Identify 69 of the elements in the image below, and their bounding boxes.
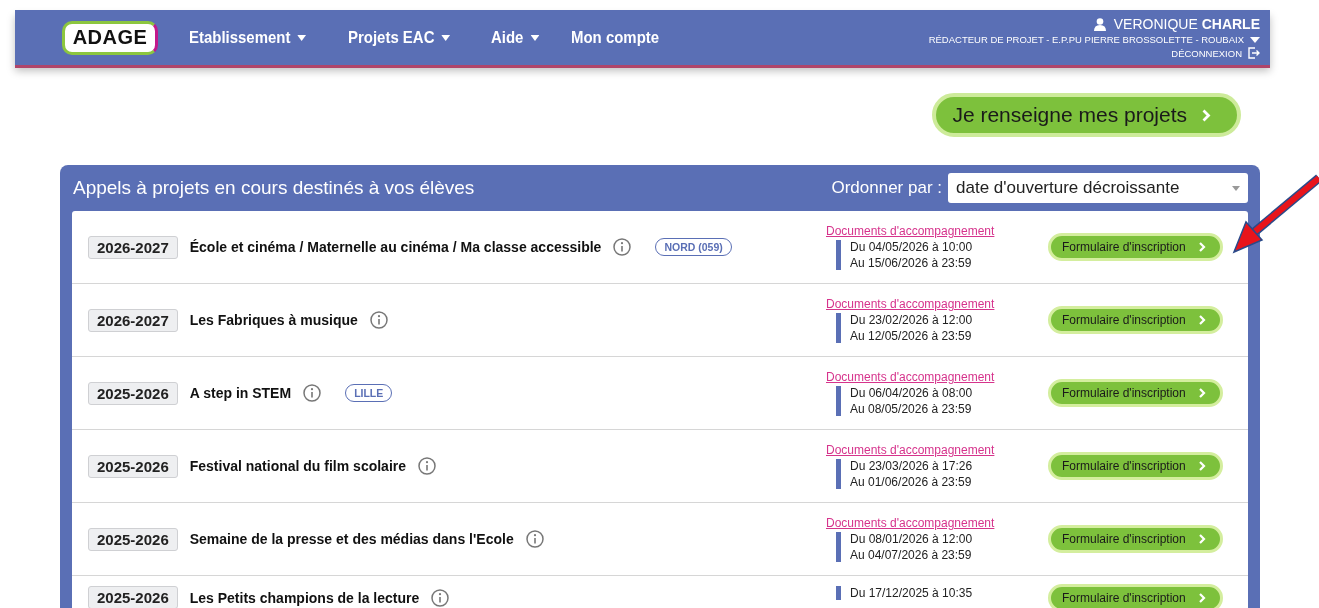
date-text: Au 15/06/2026 à 23:59 xyxy=(850,256,973,270)
project-title: Les Petits champions de la lecture xyxy=(189,589,420,606)
registration-button[interactable]: Formulaire d'inscription xyxy=(1048,233,1223,261)
info-icon[interactable] xyxy=(418,457,437,475)
chevron-icon xyxy=(1201,108,1211,122)
year-badge: 2025-2026 xyxy=(88,586,178,608)
registration-button[interactable]: Formulaire d'inscription xyxy=(1048,306,1223,334)
date-bar xyxy=(836,386,841,416)
nav-menu[interactable]: Mon compte xyxy=(571,27,660,48)
caret-icon xyxy=(1232,185,1240,191)
date-text: Du 06/04/2026 à 08:00 xyxy=(850,386,973,400)
logo[interactable]: ADAGE xyxy=(62,20,158,55)
documents-link[interactable]: Documents d'accompagnement xyxy=(826,516,1048,530)
year-badge: 2025-2026 xyxy=(88,527,178,551)
year-badge: 2026-2027 xyxy=(88,235,178,259)
chevron-icon xyxy=(1197,461,1206,471)
caret-icon xyxy=(1250,36,1260,43)
chevron-icon xyxy=(1197,242,1206,252)
date-text: Du 23/03/2026 à 17:26 xyxy=(850,459,973,473)
chevron-icon xyxy=(1197,315,1206,325)
project-title: Les Fabriques à musique xyxy=(189,312,358,328)
documents-link[interactable]: Documents d'accompagnement xyxy=(826,297,1048,311)
date-bar xyxy=(836,532,841,562)
date-text: Du 08/01/2026 à 12:00 xyxy=(850,532,973,546)
sort-label: Ordonner par : xyxy=(831,178,942,198)
logout-icon xyxy=(1248,47,1260,59)
date-text: Au 01/06/2026 à 23:59 xyxy=(850,475,973,489)
project-title: Festival national du film scolaire xyxy=(189,458,407,474)
registration-button[interactable]: Formulaire d'inscription xyxy=(1048,452,1223,480)
chevron-icon xyxy=(1197,534,1206,544)
info-icon[interactable] xyxy=(431,588,450,607)
date-bar xyxy=(836,586,841,600)
documents-link[interactable]: Documents d'accompagnement xyxy=(826,443,1048,457)
date-text: Au 08/05/2026 à 23:59 xyxy=(850,402,973,416)
nav-menu[interactable]: Aide xyxy=(490,27,539,48)
sort-dropdown[interactable]: date d'ouverture décroissante xyxy=(948,173,1248,203)
year-badge: 2025-2026 xyxy=(88,454,178,478)
date-bar xyxy=(836,459,841,489)
project-title: École et cinéma / Maternelle au cinéma / Ma classe accessible xyxy=(189,239,602,255)
date-bar xyxy=(836,240,841,270)
info-icon[interactable] xyxy=(303,384,322,402)
role-selector[interactable]: RÉDACTEUR DE PROJET - E.P.PU PIERRE BROSSOLETTE - ROUBAIX xyxy=(928,34,1260,45)
nav-menu[interactable]: Etablissement xyxy=(189,27,307,48)
project-title: A step in STEM xyxy=(189,385,292,401)
date-text: Au 04/07/2026 à 23:59 xyxy=(850,548,973,562)
info-icon[interactable] xyxy=(525,530,544,548)
date-text: Du 17/12/2025 à 10:35 xyxy=(850,586,973,600)
logout-link[interactable]: DÉCONNEXION xyxy=(1171,47,1260,59)
user-icon xyxy=(1093,17,1106,31)
year-badge: 2025-2026 xyxy=(88,381,178,405)
date-text: Au 12/05/2026 à 23:59 xyxy=(850,329,973,343)
info-icon[interactable] xyxy=(613,238,632,256)
info-icon[interactable] xyxy=(369,311,388,329)
registration-button[interactable]: Formulaire d'inscription xyxy=(1048,379,1223,407)
documents-link[interactable]: Documents d'accompagnement xyxy=(826,370,1048,384)
project-title: Semaine de la presse et des médias dans l'Ecole xyxy=(189,531,514,547)
year-badge: 2026-2027 xyxy=(88,308,178,332)
date-bar xyxy=(836,313,841,343)
nav-menu[interactable]: Projets EAC xyxy=(348,27,451,48)
user-name: VERONIQUE CHARLE xyxy=(1113,16,1260,32)
documents-link[interactable]: Documents d'accompagnement xyxy=(826,224,1048,238)
date-text: Du 23/02/2026 à 12:00 xyxy=(850,313,973,327)
registration-button[interactable]: Formulaire d'inscription xyxy=(1048,584,1223,608)
chevron-icon xyxy=(1197,388,1206,398)
date-text: Du 04/05/2026 à 10:00 xyxy=(850,240,973,254)
registration-button[interactable]: Formulaire d'inscription xyxy=(1048,525,1223,553)
chevron-icon xyxy=(1197,593,1206,603)
panel-title: Appels à projets en cours destinés à vos élèves xyxy=(72,177,475,199)
projects-button[interactable]: Je renseigne mes projets xyxy=(932,93,1241,137)
